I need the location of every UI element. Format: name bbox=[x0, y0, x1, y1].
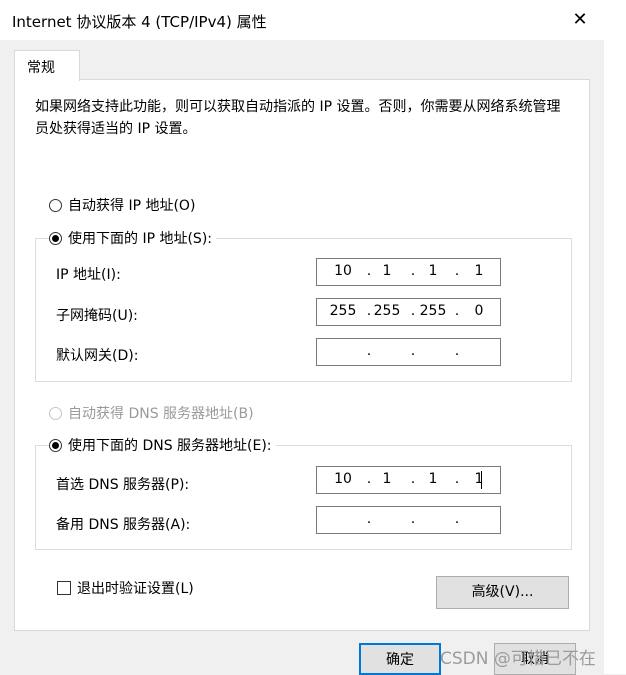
radio-auto-ip[interactable]: 自动获得 IP 地址(O) bbox=[49, 195, 195, 215]
close-icon: ✕ bbox=[572, 9, 588, 30]
ip-address-input[interactable]: 10 . 1 . 1 . 1 bbox=[316, 258, 501, 286]
close-button[interactable]: ✕ bbox=[560, 4, 600, 36]
ip-address-group: IP 地址(I): 10 . 1 . 1 . 1 子网掩码(U): 255 . … bbox=[35, 238, 572, 382]
tab-general-label: 常规 bbox=[27, 60, 55, 76]
radio-auto-dns-label: 自动获得 DNS 服务器地址(B) bbox=[68, 406, 254, 422]
ok-button[interactable]: 确定 bbox=[359, 643, 441, 675]
validate-on-exit-label: 退出时验证设置(L) bbox=[77, 581, 194, 597]
dns-server-group: 首选 DNS 服务器(P): 10 . 1 . 1 . 1 备用 DNS 服务器… bbox=[35, 445, 572, 550]
radio-auto-ip-indicator[interactable] bbox=[49, 198, 62, 212]
pdns-octet-3: 1 bbox=[428, 471, 438, 487]
mask-octet-3: 255 bbox=[419, 303, 447, 319]
radio-manual-ip-indicator[interactable] bbox=[49, 231, 62, 245]
subnet-mask-label: 子网掩码(U): bbox=[56, 308, 138, 324]
default-gateway-input[interactable]: . . . bbox=[316, 338, 501, 366]
pdns-octet-2: 1 bbox=[382, 471, 392, 487]
mask-octet-1: 255 bbox=[329, 303, 357, 319]
advanced-button[interactable]: 高级(V)... bbox=[436, 576, 569, 609]
title-bar: Internet 协议版本 4 (TCP/IPv4) 属性 ✕ bbox=[0, 0, 604, 40]
radio-auto-dns[interactable]: 自动获得 DNS 服务器地址(B) bbox=[49, 403, 254, 423]
preferred-dns-label: 首选 DNS 服务器(P): bbox=[56, 477, 190, 493]
radio-auto-ip-label: 自动获得 IP 地址(O) bbox=[68, 198, 196, 214]
mask-octet-2: 255 bbox=[373, 303, 401, 319]
radio-manual-dns[interactable]: 使用下面的 DNS 服务器地址(E): bbox=[49, 435, 276, 455]
pdns-octet-4: 1 bbox=[474, 471, 484, 487]
text-caret bbox=[481, 471, 482, 489]
ip-octet-4: 1 bbox=[474, 263, 484, 279]
alternate-dns-input[interactable]: . . . bbox=[316, 506, 501, 534]
radio-manual-ip-label: 使用下面的 IP 地址(S): bbox=[68, 231, 212, 247]
radio-manual-dns-indicator[interactable] bbox=[49, 438, 62, 452]
ip-octet-1: 10 bbox=[334, 263, 352, 279]
background-window-edge bbox=[604, 0, 626, 674]
description-text: 如果网络支持此功能，则可以获取自动指派的 IP 设置。否则，你需要从网络系统管理… bbox=[35, 99, 561, 137]
ip-address-label: IP 地址(I): bbox=[56, 267, 121, 283]
general-tab-panel: 如果网络支持此功能，则可以获取自动指派的 IP 设置。否则，你需要从网络系统管理… bbox=[14, 79, 590, 631]
validate-on-exit-box[interactable] bbox=[57, 581, 71, 595]
ip-octet-2: 1 bbox=[382, 263, 392, 279]
radio-manual-dns-label: 使用下面的 DNS 服务器地址(E): bbox=[68, 438, 272, 454]
pdns-octet-1: 10 bbox=[334, 471, 352, 487]
radio-manual-ip[interactable]: 使用下面的 IP 地址(S): bbox=[49, 228, 216, 248]
default-gateway-label: 默认网关(D): bbox=[56, 348, 139, 364]
mask-octet-4: 0 bbox=[474, 303, 484, 319]
validate-on-exit-checkbox[interactable]: 退出时验证设置(L) bbox=[57, 578, 194, 598]
tab-general[interactable]: 常规 bbox=[14, 50, 80, 81]
radio-auto-dns-indicator[interactable] bbox=[49, 406, 62, 420]
tcpip-properties-dialog: Internet 协议版本 4 (TCP/IPv4) 属性 ✕ 常规 如果网络支… bbox=[0, 0, 626, 675]
csdn-watermark: CSDN @可惜已不在 bbox=[440, 649, 596, 669]
window-title: Internet 协议版本 4 (TCP/IPv4) 属性 bbox=[12, 13, 267, 31]
subnet-mask-input[interactable]: 255 . 255 . 255 . 0 bbox=[316, 298, 501, 326]
preferred-dns-input[interactable]: 10 . 1 . 1 . 1 bbox=[316, 466, 501, 494]
ip-octet-3: 1 bbox=[428, 263, 438, 279]
alternate-dns-label: 备用 DNS 服务器(A): bbox=[56, 517, 191, 533]
